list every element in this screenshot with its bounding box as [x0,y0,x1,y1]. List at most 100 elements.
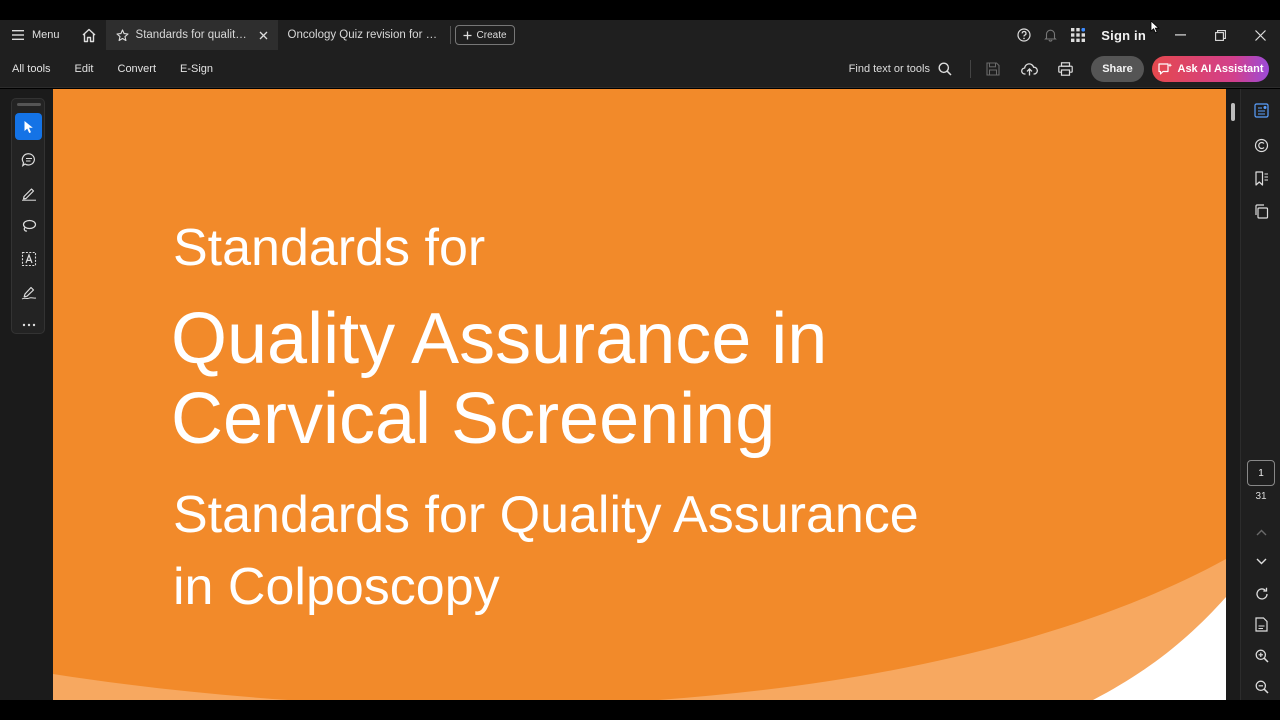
cover-subtitle: Standards for Quality Assurance in Colpo… [173,479,919,623]
close-window-button[interactable] [1240,20,1280,50]
search-icon [938,62,952,76]
minimize-icon [1174,34,1186,36]
bookmark-icon [1255,171,1268,186]
zoom-in-icon [1255,649,1269,663]
create-label: Create [476,29,507,41]
more-tools-button[interactable] [15,311,42,338]
text-box-icon [21,251,36,266]
document-page[interactable]: Standards for Quality Assurance in Cervi… [53,89,1226,700]
tab-bar: Menu Standards for quality ass... Oncolo… [0,20,1280,50]
close-icon [1254,29,1266,41]
tab-label: Standards for quality ass... [135,29,252,41]
printer-icon [1057,61,1073,76]
zoom-out-icon [1255,680,1269,694]
hamburger-icon [12,30,24,40]
pencil-icon [21,187,36,201]
home-button[interactable] [72,20,106,50]
rotate-button[interactable] [1248,580,1275,607]
help-button[interactable] [1010,20,1037,50]
menu-button[interactable]: Menu [0,20,72,50]
close-tab-icon[interactable] [259,31,268,40]
copy-pages-icon [1255,204,1269,219]
next-page-button[interactable] [1248,548,1275,575]
bell-icon [1044,29,1058,42]
minimize-button[interactable] [1160,20,1200,50]
tab-divider [449,26,451,44]
text-box-tool-button[interactable] [15,245,42,272]
lasso-icon [22,219,36,232]
apps-button[interactable] [1064,20,1091,50]
plus-icon [463,31,472,39]
comment-icon [21,152,35,167]
more-horizontal-icon [22,323,35,326]
upload-button[interactable] [1011,50,1047,88]
tab-label: Oncology Quiz revision for part... [287,29,440,41]
toolbar-actions: Find text or tools Share Ask AI Assistan… [849,50,1280,88]
cover-subtitle-line2: in Colposcopy [173,558,500,616]
cover-title-line1: Quality Assurance in [171,299,828,379]
left-tools-pane [0,89,53,700]
cover-subtitle-line1: Standards for Quality Assurance [173,486,919,544]
apps-grid-icon [1070,28,1085,42]
document-view-icon [1255,617,1268,632]
save-icon [986,61,1000,76]
ai-assistant-icon [1157,62,1172,75]
help-icon [1017,28,1031,42]
chevron-down-icon [1256,558,1267,565]
document-scrollbar[interactable] [1226,89,1240,700]
thumbnails-icon [1254,103,1269,118]
cover-title: Quality Assurance in Cervical Screening [171,299,827,459]
cursor-arrow-icon [24,120,33,133]
convert-menu[interactable]: Convert [106,63,169,75]
toolbar-divider [970,59,971,78]
refresh-icon [1255,587,1268,600]
cover-title-line2: Cervical Screening [171,379,776,459]
highlight-tool-button[interactable] [15,179,42,206]
select-tool-button[interactable] [15,113,42,140]
comments-icon [1254,138,1269,153]
bookmarks-button[interactable] [1248,165,1275,192]
read-mode-button[interactable] [1248,611,1275,638]
right-side-pane: 1 31 [1240,89,1280,700]
menu-label: Menu [32,29,60,41]
notifications-button[interactable] [1037,20,1064,50]
zoom-out-button[interactable] [1248,673,1275,700]
tabbar-actions: Sign in [1010,20,1280,50]
sign-tool-button[interactable] [15,278,42,305]
comments-panel-button[interactable] [1248,132,1275,159]
cover-heading-line1: Standards for [173,219,486,277]
all-tools-menu[interactable]: All tools [0,63,63,75]
restore-button[interactable] [1200,20,1240,50]
restore-icon [1214,29,1226,41]
pages-panel-button[interactable] [1248,198,1275,225]
save-button[interactable] [975,50,1011,88]
find-text-or-tools[interactable]: Find text or tools [849,62,966,76]
comment-tool-button[interactable] [15,146,42,173]
previous-page-button[interactable] [1248,519,1275,546]
find-label: Find text or tools [848,62,930,75]
current-page-input[interactable]: 1 [1247,460,1275,486]
freehand-tool-button[interactable] [15,212,42,239]
share-button[interactable]: Share [1091,55,1144,82]
bottom-screen-band [0,700,1280,720]
edit-menu[interactable]: Edit [63,63,106,75]
tab-standards-document[interactable]: Standards for quality ass... [105,20,278,50]
mouse-pointer-icon [1150,20,1160,34]
rail-drag-handle[interactable] [17,103,41,106]
tab-oncology-quiz[interactable]: Oncology Quiz revision for part... [278,20,450,50]
chevron-up-icon [1256,529,1267,536]
home-icon [82,28,96,42]
ai-assistant-label: Ask AI Assistant [1177,62,1264,75]
star-icon[interactable] [115,28,129,42]
create-button[interactable]: Create [454,25,515,45]
ask-ai-assistant-button[interactable]: Ask AI Assistant [1152,55,1269,82]
main-toolbar: All tools Edit Convert E-Sign Find text … [0,50,1280,88]
esign-menu[interactable]: E-Sign [168,63,225,75]
top-screen-band [0,0,1280,20]
print-button[interactable] [1047,50,1083,88]
total-pages: 31 [1255,491,1267,502]
page-thumbnails-button[interactable] [1248,97,1275,124]
quick-tools-rail [11,98,45,334]
zoom-in-button[interactable] [1248,642,1275,669]
scrollbar-thumb[interactable] [1231,103,1235,121]
